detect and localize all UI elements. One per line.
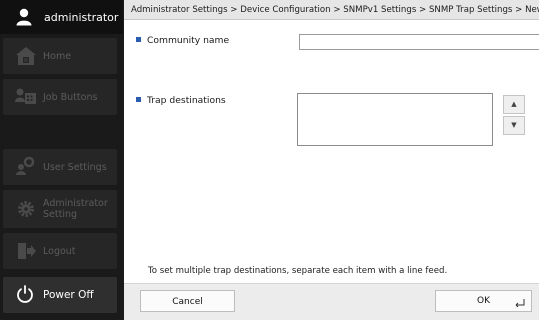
user-name: administrator — [44, 11, 119, 24]
trap-destinations-label: Trap destinations — [136, 95, 226, 106]
power-icon — [17, 285, 33, 303]
action-bar: Cancel OK — [124, 283, 539, 320]
user-settings-icon — [16, 156, 35, 175]
sidebar: administrator Home Job Buttons User Sett… — [0, 0, 123, 319]
community-name-input[interactable] — [299, 34, 539, 50]
user-icon — [16, 8, 32, 26]
ok-button[interactable]: OK — [435, 290, 532, 312]
trap-destinations-textarea[interactable] — [297, 93, 493, 146]
logout-label: Logout — [43, 246, 76, 257]
job-buttons-button[interactable]: Job Buttons — [3, 79, 117, 115]
bullet-icon — [136, 97, 141, 102]
administrator-setting-line1: Administrator — [43, 198, 108, 209]
breadcrumb: Administrator Settings > Device Configur… — [124, 0, 539, 20]
power-off-button[interactable]: Power Off — [3, 277, 117, 313]
administrator-setting-line2: Setting — [43, 209, 78, 220]
administrator-setting-label: Administrator Setting — [43, 198, 108, 220]
bullet-icon — [136, 37, 141, 42]
user-settings-label: User Settings — [43, 162, 107, 173]
home-label: Home — [43, 51, 72, 62]
enter-key-icon — [515, 299, 525, 307]
power-off-label: Power Off — [43, 289, 94, 301]
community-name-label-text: Community name — [147, 35, 230, 46]
logout-icon — [18, 243, 36, 259]
main-panel: Administrator Settings > Device Configur… — [124, 0, 539, 320]
job-buttons-label: Job Buttons — [43, 92, 98, 103]
user-settings-button[interactable]: User Settings — [3, 149, 117, 185]
home-icon — [16, 47, 36, 65]
administrator-setting-button[interactable]: Administrator Setting — [3, 190, 117, 228]
scroll-up-button[interactable]: ▲ — [503, 95, 525, 114]
job-buttons-icon — [15, 88, 36, 104]
cancel-button[interactable]: Cancel — [140, 290, 235, 312]
scroll-down-button[interactable]: ▼ — [503, 116, 525, 135]
hint-text: To set multiple trap destinations, separ… — [148, 266, 448, 276]
trap-destinations-label-text: Trap destinations — [147, 95, 226, 106]
logout-button[interactable]: Logout — [3, 233, 117, 269]
gear-icon — [18, 201, 34, 217]
user-header: administrator — [0, 0, 123, 34]
home-button[interactable]: Home — [3, 38, 117, 74]
ok-label: OK — [477, 296, 490, 306]
community-name-label: Community name — [136, 35, 229, 46]
